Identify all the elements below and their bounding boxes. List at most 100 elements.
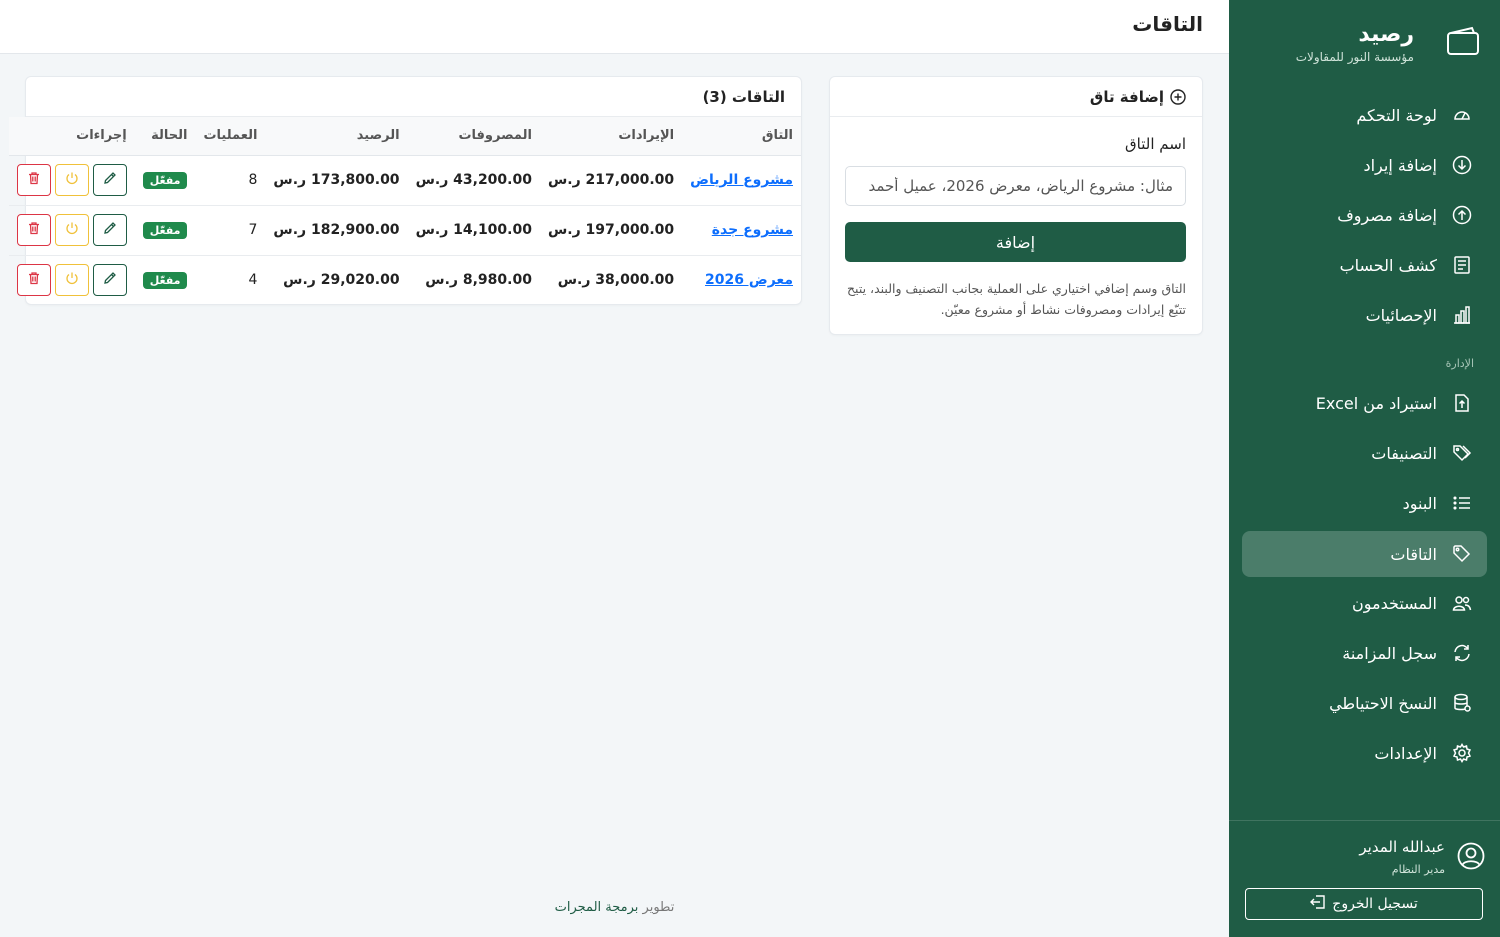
database-icon bbox=[1451, 692, 1473, 714]
sidebar-item-label: الإحصائيات bbox=[1365, 305, 1437, 325]
delete-button[interactable] bbox=[16, 214, 51, 246]
sidebar-item-label: البنود bbox=[1402, 493, 1437, 513]
sidebar-item-import-excel[interactable]: استيراد من Excel bbox=[1242, 380, 1487, 426]
sidebar-item-dashboard[interactable]: لوحة التحكم bbox=[1242, 92, 1487, 138]
column-header-income: الإيرادات bbox=[618, 128, 675, 144]
footer-developer-link[interactable]: برمجة المجرات bbox=[555, 900, 639, 915]
sidebar: رصيد مؤسسة النور للمقاولات لوحة التحكم إ… bbox=[1229, 0, 1500, 937]
sidebar-item-label: التصنيفات bbox=[1371, 443, 1437, 463]
balance-cell: 173,800.00 ر.س bbox=[273, 172, 400, 188]
sidebar-item-label: المستخدمون bbox=[1352, 593, 1437, 613]
column-header-expenses: المصروفات bbox=[458, 128, 532, 144]
sidebar-item-add-income[interactable]: إضافة إيراد bbox=[1242, 142, 1487, 188]
balance-cell: 182,900.00 ر.س bbox=[273, 222, 400, 238]
delete-button[interactable] bbox=[16, 264, 51, 297]
pencil-icon bbox=[103, 221, 117, 239]
status-badge: مفعّل bbox=[142, 271, 188, 289]
brand: رصيد مؤسسة النور للمقاولات bbox=[1249, 22, 1480, 66]
sidebar-section-admin: الإدارة bbox=[1445, 357, 1474, 370]
power-icon bbox=[65, 171, 79, 189]
sidebar-item-label: استيراد من Excel bbox=[1315, 393, 1437, 413]
table-row: معرض 2026 38,000.00 ر.س 8,980.00 ر.س 29,… bbox=[9, 255, 801, 305]
income-cell: 38,000.00 ر.س bbox=[557, 272, 675, 289]
edit-button[interactable] bbox=[92, 164, 127, 196]
power-icon bbox=[65, 271, 79, 289]
expenses-cell: 14,100.00 ر.س bbox=[415, 222, 532, 238]
arrow-down-circle-icon bbox=[1451, 154, 1473, 176]
top-bar: التاقات bbox=[0, 0, 1229, 54]
income-cell: 197,000.00 ر.س bbox=[547, 222, 675, 238]
pencil-icon bbox=[103, 271, 117, 289]
tags-table-header: التاقات (3) bbox=[26, 77, 801, 117]
tag-name-input[interactable] bbox=[845, 166, 1186, 206]
operations-count-cell: 8 bbox=[248, 172, 258, 188]
sidebar-item-sync-log[interactable]: سجل المزامنة bbox=[1242, 630, 1487, 676]
sidebar-item-label: التاقات bbox=[1390, 544, 1437, 564]
bar-chart-icon bbox=[1451, 304, 1473, 326]
column-header-status: الحالة bbox=[151, 128, 188, 144]
tag-link[interactable]: مشروع جدة bbox=[712, 222, 793, 238]
edit-button[interactable] bbox=[92, 214, 127, 246]
sidebar-item-label: الإعدادات bbox=[1374, 743, 1437, 763]
sidebar-item-users[interactable]: المستخدمون bbox=[1242, 580, 1487, 626]
add-tag-title: إضافة تاق bbox=[1089, 87, 1164, 106]
row-actions bbox=[16, 264, 127, 297]
sidebar-item-statistics[interactable]: الإحصائيات bbox=[1242, 292, 1487, 338]
edit-button[interactable] bbox=[92, 264, 127, 297]
trash-icon bbox=[27, 271, 41, 289]
delete-button[interactable] bbox=[16, 164, 51, 196]
footer-prefix: تطوير bbox=[642, 900, 675, 915]
tag-icon bbox=[1451, 543, 1473, 565]
operations-count-cell: 7 bbox=[248, 222, 258, 238]
column-header-operations: العمليات bbox=[203, 128, 258, 144]
brand-title: رصيد bbox=[1358, 22, 1414, 47]
tags-table: التاق الإيرادات المصروفات الرصيد العمليا… bbox=[8, 117, 801, 305]
column-header-balance: الرصيد bbox=[356, 128, 400, 144]
add-tag-button[interactable]: إضافة bbox=[845, 222, 1186, 262]
footer: تطوير برمجة المجرات bbox=[0, 900, 1229, 915]
sidebar-item-items[interactable]: البنود bbox=[1242, 480, 1487, 526]
sidebar-item-label: إضافة مصروف bbox=[1337, 205, 1437, 225]
status-badge: مفعّل bbox=[142, 171, 188, 189]
sidebar-item-label: كشف الحساب bbox=[1339, 255, 1437, 275]
add-tag-help-text: التاق وسم إضافي اختياري على العملية بجان… bbox=[846, 281, 1186, 317]
column-header-actions: إجراءات bbox=[76, 128, 127, 144]
sidebar-item-backup[interactable]: النسخ الاحتياطي bbox=[1242, 680, 1487, 726]
sidebar-item-label: إضافة إيراد bbox=[1363, 155, 1437, 175]
table-row: مشروع جدة 197,000.00 ر.س 14,100.00 ر.س 1… bbox=[8, 205, 801, 255]
plus-circle-icon bbox=[1170, 88, 1186, 105]
sidebar-item-label: سجل المزامنة bbox=[1342, 643, 1437, 663]
tag-link[interactable]: معرض 2026 bbox=[705, 272, 793, 288]
tag-name-label: اسم التاق bbox=[1125, 135, 1186, 153]
user-role: مدير النظام bbox=[1391, 863, 1445, 876]
toggle-status-button[interactable] bbox=[54, 264, 89, 297]
toggle-status-button[interactable] bbox=[54, 214, 89, 246]
sidebar-divider bbox=[1229, 820, 1500, 821]
income-cell: 217,000.00 ر.س bbox=[547, 172, 675, 188]
sidebar-item-categories[interactable]: التصنيفات bbox=[1242, 430, 1487, 476]
tag-link[interactable]: مشروع الرياض bbox=[690, 172, 793, 188]
logout-button[interactable]: تسجيل الخروج bbox=[1245, 888, 1483, 920]
wallet-icon bbox=[1446, 26, 1480, 56]
sidebar-item-add-expense[interactable]: إضافة مصروف bbox=[1242, 192, 1487, 238]
operations-count-cell: 4 bbox=[248, 272, 258, 289]
sidebar-item-statement[interactable]: كشف الحساب bbox=[1242, 242, 1487, 288]
toggle-status-button[interactable] bbox=[54, 164, 89, 196]
status-badge: مفعّل bbox=[142, 221, 188, 239]
add-tag-header: إضافة تاق bbox=[830, 77, 1202, 117]
file-upload-icon bbox=[1451, 392, 1473, 414]
sidebar-item-tags[interactable]: التاقات bbox=[1242, 531, 1487, 577]
power-icon bbox=[65, 221, 79, 239]
logout-icon bbox=[1310, 895, 1326, 913]
balance-cell: 29,020.00 ر.س bbox=[283, 272, 400, 289]
sidebar-item-label: لوحة التحكم bbox=[1356, 105, 1437, 125]
sync-icon bbox=[1451, 642, 1473, 664]
sidebar-item-settings[interactable]: الإعدادات bbox=[1242, 730, 1487, 776]
tags-table-card: التاقات (3) التاق الإيرادات المصروفات ال… bbox=[8, 76, 802, 305]
expenses-cell: 43,200.00 ر.س bbox=[415, 172, 532, 188]
tags-table-title: التاقات (3) bbox=[702, 87, 785, 106]
table-row: مشروع الرياض 217,000.00 ر.س 43,200.00 ر.… bbox=[8, 155, 801, 205]
page-title: التاقات bbox=[1132, 12, 1203, 36]
table-header-row: التاق الإيرادات المصروفات الرصيد العمليا… bbox=[8, 117, 801, 155]
add-tag-card: إضافة تاق اسم التاق إضافة التاق وسم إضاف… bbox=[829, 76, 1203, 335]
